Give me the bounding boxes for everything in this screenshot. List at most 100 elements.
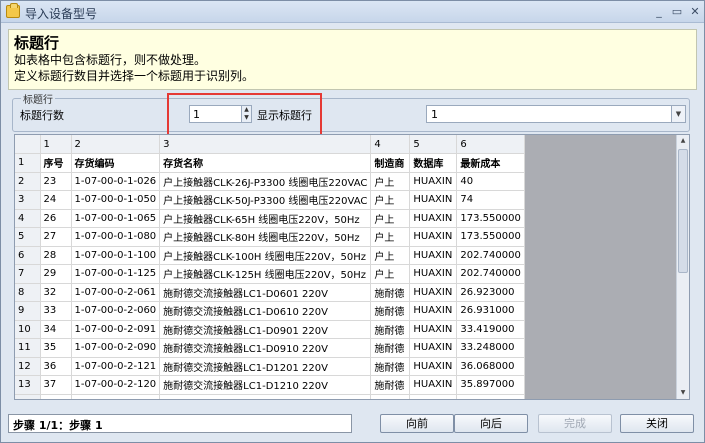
table-cell[interactable]: HUAXIN — [409, 264, 458, 284]
table-cell[interactable]: 173.550000 — [456, 227, 525, 247]
table-cell[interactable]: 施耐德交流接触器LC1-D1201 220V — [159, 357, 372, 376]
table-row[interactable]: 7 29 1-07-00-0-1-125 户上接触器CLK-125H 线圈电压220V… — [15, 264, 525, 284]
table-cell[interactable]: HUAXIN — [409, 338, 458, 358]
table-cell[interactable]: 数据库 — [409, 153, 458, 173]
table-cell[interactable]: 36 — [40, 357, 72, 376]
table-cell[interactable]: 33.419000 — [456, 320, 525, 339]
prev-button[interactable]: 向前 — [380, 414, 454, 433]
scroll-down-icon[interactable]: ▼ — [677, 387, 689, 399]
corner-cell[interactable] — [15, 135, 41, 154]
table-cell[interactable]: HUAXIN — [409, 301, 458, 321]
table-row[interactable]: 3 24 1-07-00-0-1-050 户上接触器CLK-50J-P3300 线圈电… — [15, 190, 525, 210]
row-header[interactable]: 7 — [15, 264, 41, 284]
table-cell[interactable]: 施耐德 — [370, 394, 411, 399]
table-cell[interactable]: 最新成本 — [456, 153, 525, 173]
column-header[interactable]: 2 — [71, 135, 161, 154]
table-cell[interactable]: 1-07-00-0-2-121 — [71, 357, 161, 376]
table-cell[interactable]: 37 — [40, 375, 72, 395]
table-cell[interactable]: 40 — [456, 172, 525, 191]
row-header[interactable]: 3 — [15, 190, 41, 210]
table-cell[interactable]: 户上接触器CLK-80H 线圈电压220V，50Hz — [159, 227, 372, 247]
table-cell[interactable]: 1-07-00-0-2-091 — [71, 320, 161, 339]
table-row[interactable]: 13 37 1-07-00-0-2-120 施耐德交流接触器LC1-D1210 220… — [15, 375, 525, 395]
table-row[interactable]: 6 28 1-07-00-0-1-100 户上接触器CLK-100H 线圈电压220V… — [15, 246, 525, 265]
table-cell[interactable]: 45.385000 — [456, 394, 525, 399]
row-header[interactable]: 12 — [15, 357, 41, 376]
table-row[interactable]: 8 32 1-07-00-0-2-061 施耐德交流接触器LC1-D0601 220V… — [15, 283, 525, 302]
table-cell[interactable]: 26.931000 — [456, 301, 525, 321]
table-cell[interactable]: 34 — [40, 320, 72, 339]
table-cell[interactable]: 1-07-00-0-2-061 — [71, 283, 161, 302]
table-cell[interactable]: 制造商 — [370, 153, 411, 173]
table-cell[interactable]: 29 — [40, 264, 72, 284]
table-cell[interactable]: 施耐德 — [370, 338, 411, 358]
vertical-scrollbar[interactable]: ▲ ▼ — [676, 135, 689, 399]
chevron-down-icon[interactable]: ▼ — [671, 106, 685, 122]
table-cell[interactable]: HUAXIN — [409, 209, 458, 228]
header-row-select[interactable]: 1 ▼ — [426, 105, 686, 123]
table-row[interactable]: 11 35 1-07-00-0-2-090 施耐德交流接触器LC1-D0910 220… — [15, 338, 525, 358]
table-cell[interactable]: 户上 — [370, 264, 411, 284]
scroll-up-icon[interactable]: ▲ — [677, 135, 689, 147]
row-header[interactable]: 6 — [15, 246, 41, 265]
table-row[interactable]: 12 36 1-07-00-0-2-121 施耐德交流接触器LC1-D1201 220… — [15, 357, 525, 376]
column-header[interactable]: 5 — [409, 135, 458, 154]
table-cell[interactable]: 施耐德交流接触器LC1-D1210 220V — [159, 375, 372, 395]
table-row[interactable]: 4 26 1-07-00-0-1-065 户上接触器CLK-65H 线圈电压220V，… — [15, 209, 525, 228]
table-cell[interactable]: 27 — [40, 227, 72, 247]
table-cell[interactable]: 1-07-00-0-2-060 — [71, 301, 161, 321]
row-header[interactable]: 5 — [15, 227, 41, 247]
table-row[interactable]: 5 27 1-07-00-0-1-080 户上接触器CLK-80H 线圈电压220V，… — [15, 227, 525, 247]
table-cell[interactable]: 施耐德交流接触器LC1-D0910 220V — [159, 338, 372, 358]
table-cell[interactable]: 施耐德交流接触器LC1-D1801 220V — [159, 394, 372, 399]
table-cell[interactable]: 施耐德交流接触器LC1-D0610 220V — [159, 301, 372, 321]
row-header[interactable]: 8 — [15, 283, 41, 302]
column-header[interactable]: 6 — [456, 135, 525, 154]
row-header[interactable]: 13 — [15, 375, 41, 395]
scrollbar-thumb[interactable] — [678, 149, 688, 273]
table-cell[interactable]: 1-07-00-0-2-181 — [71, 394, 161, 399]
row-header[interactable]: 11 — [15, 338, 41, 358]
table-cell[interactable]: 施耐德 — [370, 283, 411, 302]
table-cell[interactable]: 存货编码 — [71, 153, 161, 173]
table-cell[interactable]: 1-07-00-0-1-026 — [71, 172, 161, 191]
table-cell[interactable]: 户上接触器CLK-125H 线圈电压220V，50Hz — [159, 264, 372, 284]
table-cell[interactable]: HUAXIN — [409, 190, 458, 210]
table-row[interactable]: 10 34 1-07-00-0-2-091 施耐德交流接触器LC1-D0901 220… — [15, 320, 525, 339]
column-header[interactable]: 4 — [370, 135, 411, 154]
table-cell[interactable]: 户上 — [370, 246, 411, 265]
finish-button[interactable]: 完成 — [538, 414, 612, 433]
table-cell[interactable]: HUAXIN — [409, 394, 458, 399]
table-cell[interactable]: 1-07-00-0-1-100 — [71, 246, 161, 265]
table-cell[interactable]: 35.897000 — [456, 375, 525, 395]
table-cell[interactable]: 户上接触器CLK-100H 线圈电压220V，50Hz — [159, 246, 372, 265]
table-cell[interactable]: 序号 — [40, 153, 72, 173]
table-cell[interactable]: 1-07-00-0-1-125 — [71, 264, 161, 284]
row-header[interactable]: 14 — [15, 394, 41, 399]
table-cell[interactable]: 36.068000 — [456, 357, 525, 376]
row-header[interactable]: 10 — [15, 320, 41, 339]
table-cell[interactable]: 33.248000 — [456, 338, 525, 358]
table-cell[interactable]: 施耐德 — [370, 375, 411, 395]
table-cell[interactable]: 74 — [456, 190, 525, 210]
table-cell[interactable]: 26.923000 — [456, 283, 525, 302]
table-cell[interactable]: 1-07-00-0-1-080 — [71, 227, 161, 247]
minimize-icon[interactable]: _ — [651, 4, 667, 19]
table-cell[interactable]: HUAXIN — [409, 283, 458, 302]
table-cell[interactable]: 38 — [40, 394, 72, 399]
table-cell[interactable]: 32 — [40, 283, 72, 302]
next-button[interactable]: 向后 — [454, 414, 528, 433]
table-cell[interactable]: 施耐德交流接触器LC1-D0601 220V — [159, 283, 372, 302]
row-header[interactable]: 2 — [15, 172, 41, 191]
table-cell[interactable]: 施耐德 — [370, 301, 411, 321]
table-cell[interactable]: HUAXIN — [409, 227, 458, 247]
column-header[interactable]: 1 — [40, 135, 72, 154]
table-cell[interactable]: 1-07-00-0-2-090 — [71, 338, 161, 358]
close-button[interactable]: 关闭 — [620, 414, 694, 433]
table-cell[interactable]: 24 — [40, 190, 72, 210]
close-icon[interactable]: ✕ — [687, 4, 703, 19]
row-header[interactable]: 1 — [15, 153, 41, 173]
table-cell[interactable]: 存货名称 — [159, 153, 372, 173]
row-header[interactable]: 9 — [15, 301, 41, 321]
table-cell[interactable]: 户上接触器CLK-50J-P3300 线圈电压220VAC — [159, 190, 372, 210]
